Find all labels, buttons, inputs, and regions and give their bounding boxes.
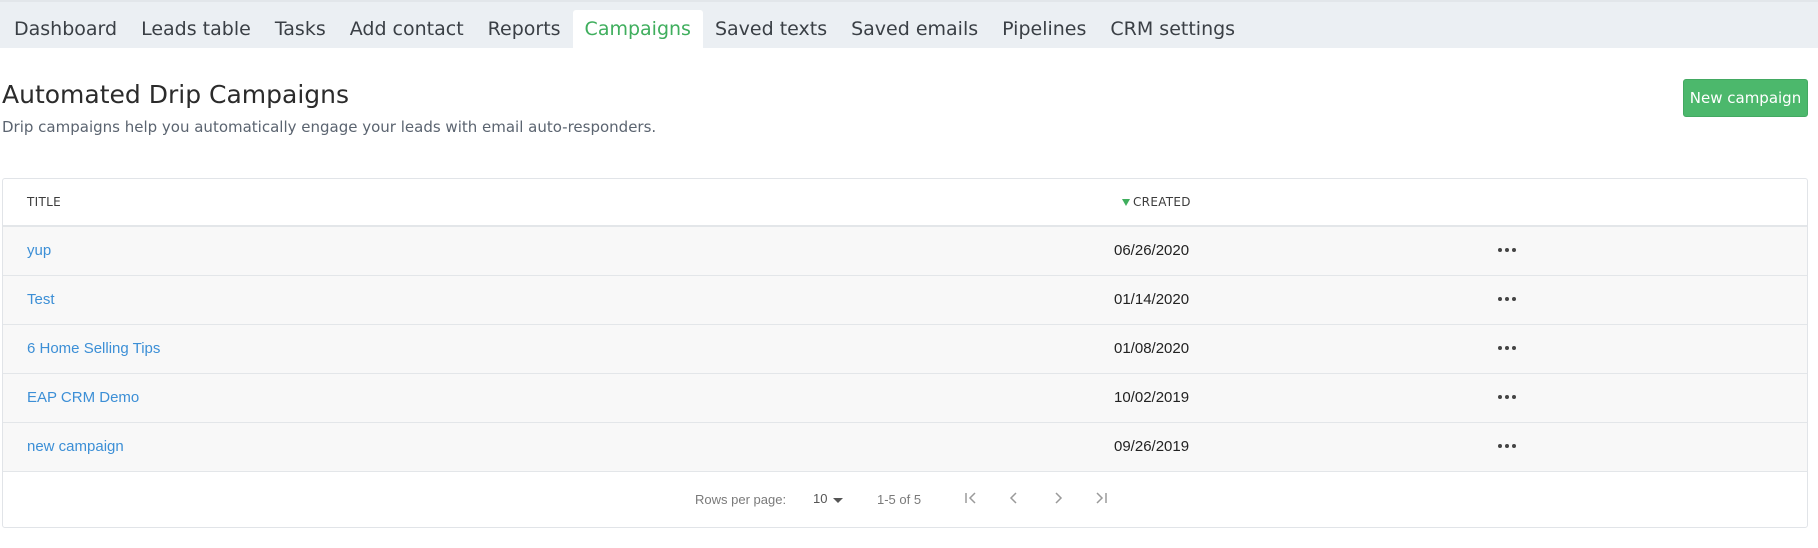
first-page-icon[interactable] <box>959 486 983 510</box>
campaign-title-link[interactable]: new campaign <box>27 438 124 455</box>
more-horizontal-icon[interactable] <box>1495 289 1519 309</box>
more-horizontal-icon[interactable] <box>1495 338 1519 358</box>
tab-reports[interactable]: Reports <box>476 10 573 48</box>
tab-pipelines[interactable]: Pipelines <box>990 10 1098 48</box>
tab-campaigns[interactable]: Campaigns <box>572 10 703 48</box>
table-row: yup 06/26/2020 <box>3 227 1807 276</box>
campaign-title-link[interactable]: 6 Home Selling Tips <box>27 340 160 357</box>
main-nav-tabs: Dashboard Leads table Tasks Add contact … <box>0 0 1818 48</box>
table-row: new campaign 09/26/2019 <box>3 423 1807 472</box>
campaign-created-date: 01/14/2020 <box>1114 291 1190 308</box>
campaign-created-date: 06/26/2020 <box>1114 242 1190 259</box>
more-horizontal-icon[interactable] <box>1495 387 1519 407</box>
tab-dashboard[interactable]: Dashboard <box>2 10 129 48</box>
table-row: 6 Home Selling Tips 01/08/2020 <box>3 325 1807 374</box>
campaign-title-link[interactable]: Test <box>27 291 55 308</box>
previous-page-icon[interactable] <box>1002 486 1026 510</box>
column-header-title[interactable]: TITLE <box>27 195 61 209</box>
new-campaign-button[interactable]: New campaign <box>1683 79 1808 117</box>
column-header-created[interactable]: CREATED <box>1121 195 1191 209</box>
campaigns-table: TITLE CREATED yup 06/26/2020 Test 01/14/… <box>2 178 1808 528</box>
campaign-title-link[interactable]: EAP CRM Demo <box>27 389 139 406</box>
last-page-icon[interactable] <box>1089 486 1113 510</box>
sort-desc-icon <box>1122 199 1130 206</box>
tab-tasks[interactable]: Tasks <box>263 10 338 48</box>
rows-per-page-select[interactable]: 10 <box>813 491 844 506</box>
tab-crm-settings[interactable]: CRM settings <box>1098 10 1247 48</box>
table-row: EAP CRM Demo 10/02/2019 <box>3 374 1807 423</box>
table-row: Test 01/14/2020 <box>3 276 1807 325</box>
page-subtitle: Drip campaigns help you automatically en… <box>2 118 657 136</box>
chevron-down-icon <box>833 497 844 503</box>
more-horizontal-icon[interactable] <box>1495 240 1519 260</box>
tab-saved-emails[interactable]: Saved emails <box>839 10 990 48</box>
campaign-created-date: 10/02/2019 <box>1114 389 1190 406</box>
rows-per-page-value: 10 <box>813 491 828 506</box>
campaign-created-date: 09/26/2019 <box>1114 438 1190 455</box>
pagination-range: 1-5 of 5 <box>877 492 922 507</box>
campaign-created-date: 01/08/2020 <box>1114 340 1190 357</box>
tab-leads-table[interactable]: Leads table <box>129 10 263 48</box>
rows-per-page-label: Rows per page: <box>695 492 787 507</box>
campaign-title-link[interactable]: yup <box>27 242 51 259</box>
page-title: Automated Drip Campaigns <box>2 80 350 109</box>
tab-saved-texts[interactable]: Saved texts <box>703 10 839 48</box>
table-pagination: Rows per page: 10 1-5 of 5 <box>3 472 1807 528</box>
next-page-icon[interactable] <box>1046 486 1070 510</box>
tab-add-contact[interactable]: Add contact <box>338 10 476 48</box>
column-header-created-label: CREATED <box>1133 195 1191 209</box>
more-horizontal-icon[interactable] <box>1495 436 1519 456</box>
table-header: TITLE CREATED <box>3 179 1807 227</box>
